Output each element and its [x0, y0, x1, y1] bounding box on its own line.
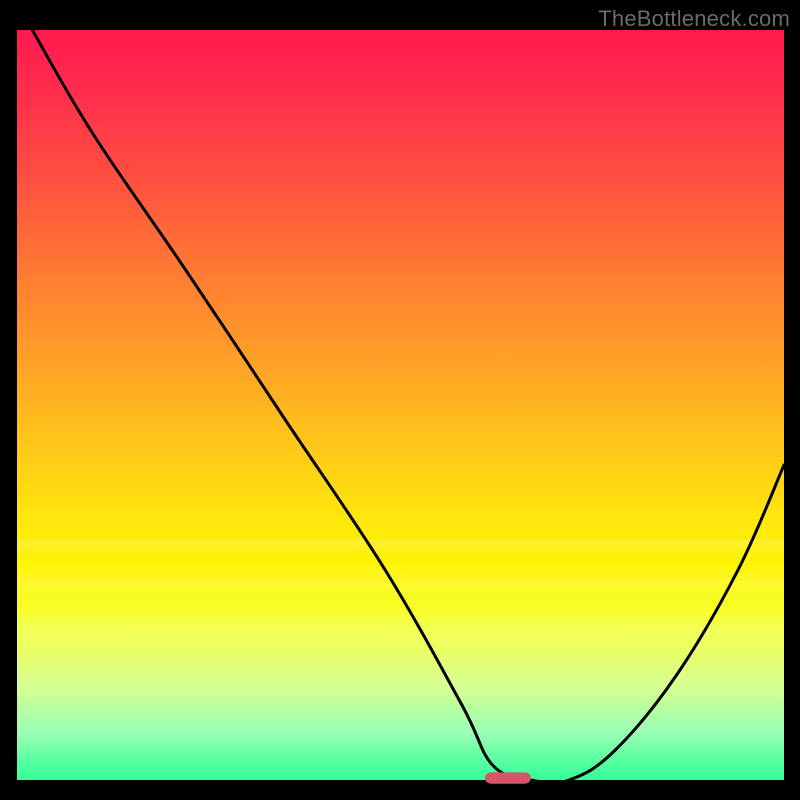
- chart-plot-area: [17, 30, 784, 780]
- bottleneck-curve-path: [32, 30, 784, 783]
- watermark-text: TheBottleneck.com: [598, 6, 790, 32]
- optimal-marker: [485, 772, 531, 783]
- bottleneck-curve-svg: [17, 30, 784, 780]
